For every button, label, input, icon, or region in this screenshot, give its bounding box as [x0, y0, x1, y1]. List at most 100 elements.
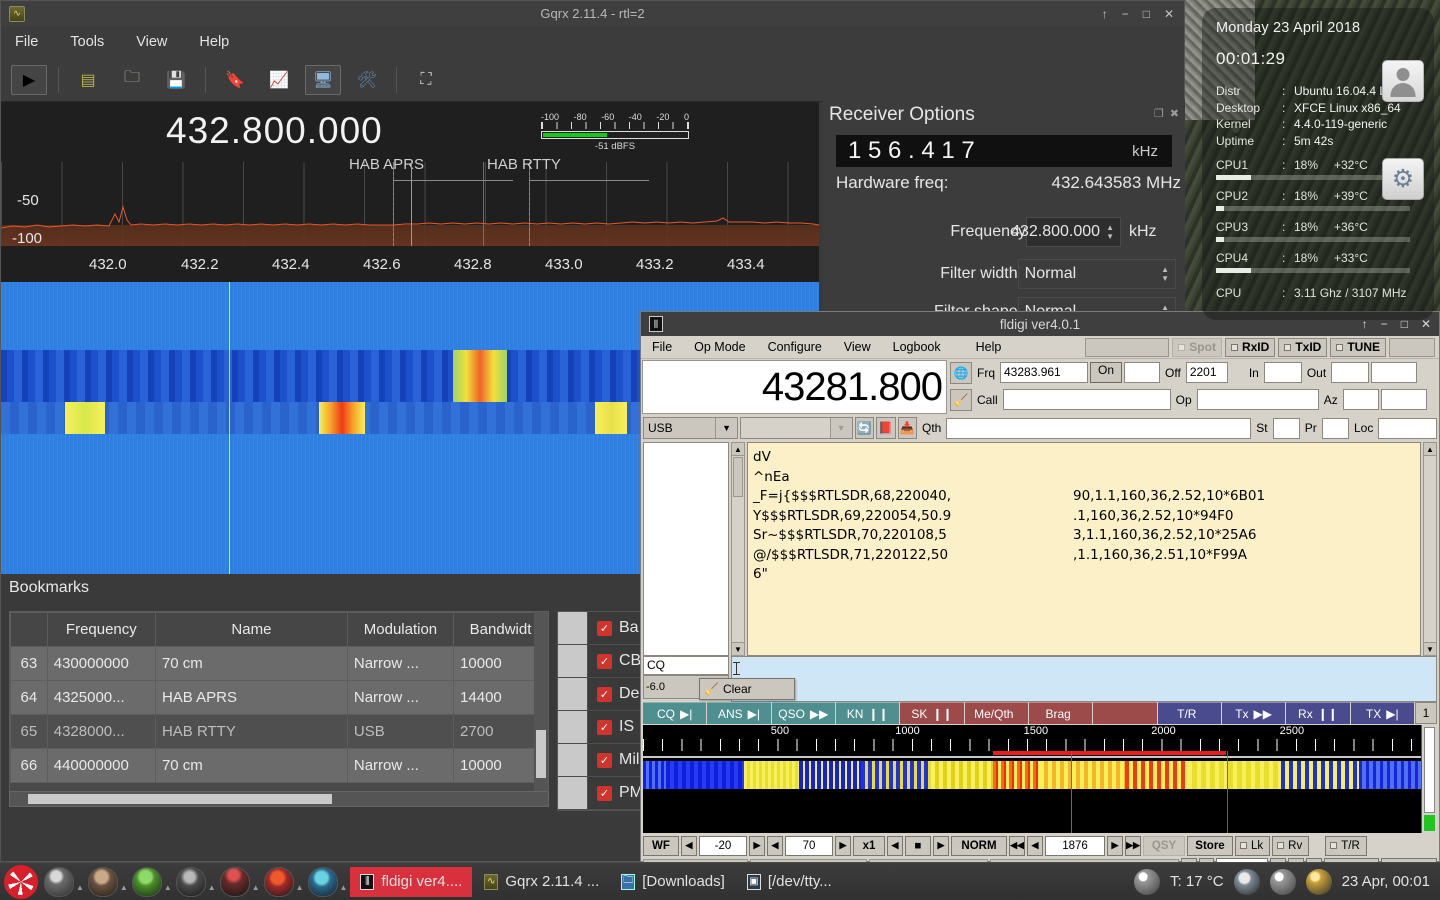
extra-input-2[interactable] [1380, 389, 1427, 410]
scroll-down-icon-2[interactable]: ▼ [1424, 642, 1436, 655]
bookmark-icon[interactable]: 🔖 [217, 65, 253, 95]
taskbar-task-fldigi[interactable]: ⫼ fldigi ver4.... [350, 866, 473, 897]
op-input[interactable] [1196, 389, 1319, 410]
chevron-down-icon-2[interactable]: ▼ [829, 418, 852, 438]
carrier-up-button[interactable]: ▶ [1107, 835, 1123, 856]
table-row[interactable]: 65 4328000... HAB RTTY USB 2700 [10, 714, 548, 749]
txid-toggle[interactable]: TxID [1278, 337, 1328, 357]
extra-input-1[interactable] [1371, 362, 1418, 383]
folder-open-icon[interactable]: 🗀 [114, 65, 150, 95]
cloud-tray-icon[interactable] [1134, 868, 1161, 895]
rx-scrollbar-right[interactable]: ▲ ▼ [1423, 442, 1437, 656]
out-input[interactable] [1331, 362, 1370, 383]
launcher-caret-icon[interactable]: ▲ [76, 883, 84, 900]
call-input[interactable] [1002, 389, 1171, 410]
pan-left-button[interactable]: ◀ [887, 835, 903, 856]
tag-checkbox[interactable]: ✓ [597, 719, 612, 735]
fldigi-menu-opmode[interactable]: Op Mode [683, 340, 756, 354]
macro-button-qso[interactable]: QSO ▶▶ [771, 702, 835, 724]
macro-button-rx[interactable]: Rx ❙❙ [1286, 702, 1350, 724]
loc-input[interactable] [1378, 417, 1437, 439]
tuning-cursor[interactable] [483, 162, 484, 246]
tools-icon[interactable]: 🛠 [349, 65, 385, 95]
secondary-select[interactable]: ▼ [740, 417, 853, 439]
tx-text-input[interactable] [731, 656, 1437, 702]
fldigi-minimize-button[interactable]: − [1381, 317, 1388, 331]
level-value[interactable]: -20 [699, 835, 747, 856]
qth-input[interactable] [946, 417, 1252, 439]
in-input[interactable] [1263, 362, 1302, 383]
launcher-caret-icon-2[interactable]: ▲ [120, 883, 128, 900]
gqrx-titlebar[interactable]: ∿ Gqrx 2.11.4 - rtl=2 ↑ − □ ✕ [1, 1, 1184, 26]
user-avatar-icon[interactable] [1382, 60, 1424, 102]
scroll-up-icon-2[interactable]: ▲ [1424, 443, 1436, 456]
play-icon[interactable]: ▶ [11, 64, 47, 95]
xbmc-orb-icon[interactable] [307, 866, 338, 897]
tag-checkbox[interactable]: ✓ [597, 686, 612, 702]
macro-button-meqth[interactable]: Me/Qth [964, 702, 1028, 724]
launcher-caret-icon-3[interactable]: ▲ [164, 883, 172, 900]
frq-input[interactable]: 43283.961 [1000, 362, 1088, 383]
gqrx-menu-help[interactable]: Help [199, 34, 229, 50]
tag-checkbox[interactable]: ✓ [597, 752, 612, 768]
tag-checkbox[interactable]: ✓ [597, 653, 612, 669]
zoom-button[interactable]: x1 [853, 835, 885, 856]
waterfall-cursor-primary[interactable] [1070, 751, 1072, 833]
taskbar-task-downloads[interactable]: 🗀 [Downloads] [611, 867, 735, 897]
launcher-caret-icon-7[interactable]: ▲ [340, 883, 348, 900]
gqrx-menu-view[interactable]: View [136, 34, 167, 50]
start-menu-button[interactable] [4, 864, 38, 899]
demod-frequency-display[interactable]: 1 5 6 . 4 1 7 kHz [836, 135, 1172, 167]
chevron-down-icon[interactable]: ▼ [715, 418, 738, 438]
refresh-icon[interactable]: 🔄 [854, 417, 875, 439]
launcher-caret-icon-5[interactable]: ▲ [252, 883, 260, 900]
waterfall-canvas[interactable]: 500 1000 1500 2000 2500 [643, 725, 1421, 833]
taskbar-task-terminal[interactable]: ▣ [/dev/tty... [737, 867, 842, 897]
scroll-down-icon[interactable]: ▼ [732, 642, 744, 655]
frequency-input[interactable]: 432.800.000 ▲ ▼ [1011, 217, 1121, 247]
gqrx-menu-file[interactable]: File [15, 34, 38, 50]
gqrx-shade-button[interactable]: ↑ [1102, 7, 1108, 21]
fldigi-maximize-button[interactable]: □ [1401, 317, 1408, 331]
spot-toggle[interactable]: Spot [1172, 337, 1222, 357]
fldigi-waterfall[interactable]: 500 1000 1500 2000 2500 [643, 725, 1437, 833]
clear-context-button[interactable]: 🧹 Clear [699, 678, 795, 700]
table-row[interactable]: 66 440000000 70 cm Narrow ... 10000 [10, 748, 548, 783]
level-decrease-button[interactable]: ◀ [681, 835, 697, 856]
gqrx-maximize-button[interactable]: □ [1143, 7, 1150, 21]
rx-text-panel[interactable]: dV ^nEa _F=j{$$$RTLSDR,68,220040, 90,1.1,… [747, 442, 1421, 656]
tune-toggle[interactable]: TUNE [1330, 337, 1386, 357]
fldigi-shade-button[interactable]: ↑ [1362, 317, 1368, 331]
fldigi-menu-file[interactable]: File [641, 340, 683, 354]
taskbar-task-gqrx[interactable]: ∿ Gqrx 2.11.4 ... [474, 867, 609, 897]
save-qso-icon[interactable]: 📥 [897, 417, 917, 439]
mode-select[interactable]: USB ▼ [643, 417, 739, 439]
gear-icon[interactable]: ⚙ [1382, 158, 1424, 200]
filter-width-select[interactable]: Normal ▲ ▼ [1017, 259, 1176, 289]
store-button[interactable]: Store [1187, 835, 1233, 856]
macro-button-empty[interactable] [1093, 702, 1157, 724]
macro-button-tx2[interactable]: TX ▶| [1350, 702, 1414, 724]
waterfall-cursor-secondary[interactable] [1226, 751, 1228, 833]
tag-checkbox[interactable]: ✓ [597, 620, 612, 636]
gqrx-menu-tools[interactable]: Tools [70, 34, 104, 50]
wf-mode-button[interactable]: WF [643, 835, 679, 856]
globe-icon[interactable]: 🌐 [950, 361, 972, 384]
logbook-icon[interactable]: 📕 [876, 417, 896, 439]
gqrx-minimize-button[interactable]: − [1122, 7, 1129, 21]
weather-tray-icon[interactable] [1233, 868, 1260, 895]
rx-scrollbar-left[interactable]: ▲ ▼ [731, 442, 745, 656]
volume-tray-icon[interactable] [1305, 868, 1332, 895]
on-input[interactable] [1124, 362, 1161, 383]
fldigi-menu-help[interactable]: Help [952, 340, 1013, 354]
fldigi-side-panel[interactable] [643, 442, 729, 656]
table-row[interactable]: 64 4325000... HAB APRS Narrow ... 14400 [10, 680, 548, 715]
firefox-orb-icon[interactable] [263, 866, 294, 897]
norm-button[interactable]: NORM [951, 835, 1007, 856]
reverse-toggle[interactable]: Rv [1272, 835, 1310, 856]
scroll-up-icon[interactable]: ▲ [732, 443, 744, 456]
spectrum-plot-area[interactable]: -50 -100 HAB APRS HAB RTTY 432.0 432.2 4… [1, 156, 819, 282]
pan-center-button[interactable]: ■ [905, 835, 931, 856]
viber-orb-icon[interactable] [131, 866, 162, 897]
on-button[interactable]: On [1090, 362, 1123, 383]
